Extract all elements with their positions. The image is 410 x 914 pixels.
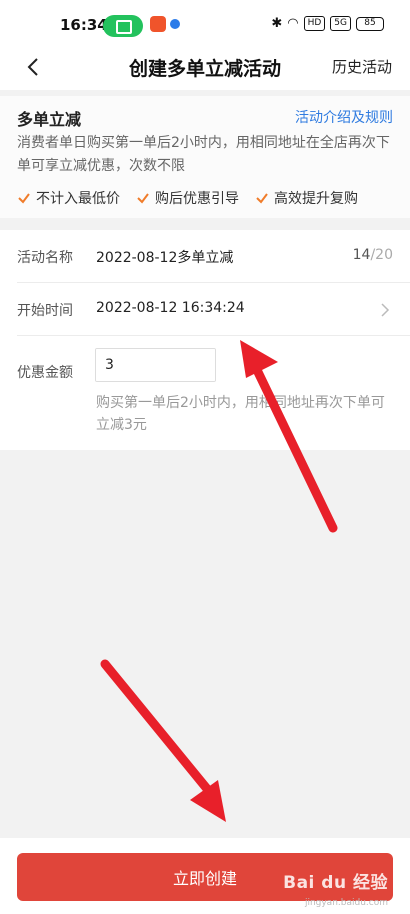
bluetooth-icon: ✱	[271, 15, 283, 31]
nav-bar: 创建多单立减活动 历史活动	[0, 44, 410, 90]
status-time: 16:34	[60, 16, 108, 34]
discount-amount-input[interactable]	[96, 349, 215, 381]
feature-label: 购后优惠引导	[155, 191, 239, 207]
screen-cast-icon	[103, 15, 143, 37]
check-icon	[256, 193, 268, 204]
baidu-watermark: Bai du 经验 jingyan.baidu.com	[283, 868, 388, 908]
activity-name-row[interactable]: 活动名称 2022-08-12多单立减 14/20	[0, 230, 410, 283]
feature-item: 高效提升复购	[255, 188, 358, 208]
intro-description: 消费者单日购买第一单后2小时内，用相同地址在全店再次下单可享立减优惠，次数不限	[17, 135, 390, 174]
signal-icon: 5G	[330, 16, 351, 31]
discount-amount-row: 优惠金额 元 购买第一单后2小时内，用相同地址再次下单可立减3元	[0, 336, 410, 450]
discount-amount-field[interactable]: 元	[95, 348, 216, 382]
start-time-label: 开始时间	[17, 303, 73, 319]
app-notification-icon	[150, 16, 166, 32]
intro-title: 多单立减	[17, 110, 82, 129]
history-activities-link[interactable]: 历史活动	[332, 56, 392, 77]
status-indicators: ✱ ◠ HD 5G 85	[271, 16, 384, 31]
status-bar: 16:34 ✱ ◠ HD 5G 85	[0, 0, 410, 44]
watermark-brand: Bai du 经验	[283, 873, 388, 893]
chevron-right-icon[interactable]	[380, 303, 390, 317]
intro-card: 多单立减 活动介绍及规则 消费者单日购买第一单后2小时内，用相同地址在全店再次下…	[0, 96, 410, 218]
start-time-row[interactable]: 开始时间 2022-08-12 16:34:24	[0, 283, 410, 336]
feature-item: 不计入最低价	[17, 188, 120, 208]
feature-item: 购后优惠引导	[136, 188, 239, 208]
wifi-icon: ◠	[287, 15, 299, 31]
char-counter: 14/20	[353, 247, 393, 263]
check-icon	[137, 193, 149, 204]
hd-badge: HD	[303, 16, 326, 31]
feature-label: 不计入最低价	[36, 191, 120, 207]
arrow-down-annotation	[100, 659, 226, 822]
discount-amount-label: 优惠金额	[17, 365, 73, 381]
feature-label: 高效提升复购	[274, 191, 358, 207]
char-count: 14	[352, 247, 371, 263]
activity-name-label: 活动名称	[17, 250, 73, 266]
start-time-value[interactable]: 2022-08-12 16:34:24	[96, 300, 245, 316]
feature-list: 不计入最低价 购后优惠引导 高效提升复购	[17, 188, 358, 208]
app-notification-icon-2	[170, 19, 180, 29]
check-icon	[18, 193, 30, 204]
char-count-total: /20	[370, 247, 393, 263]
rules-link[interactable]: 活动介绍及规则	[295, 107, 393, 127]
activity-form: 活动名称 2022-08-12多单立减 14/20 开始时间 2022-08-1…	[0, 230, 410, 450]
discount-hint: 购买第一单后2小时内，用相同地址再次下单可立减3元	[96, 395, 385, 433]
battery-icon: 85	[356, 16, 384, 31]
watermark-url: jingyan.baidu.com	[304, 898, 388, 908]
activity-name-value[interactable]: 2022-08-12多单立减	[96, 247, 233, 267]
